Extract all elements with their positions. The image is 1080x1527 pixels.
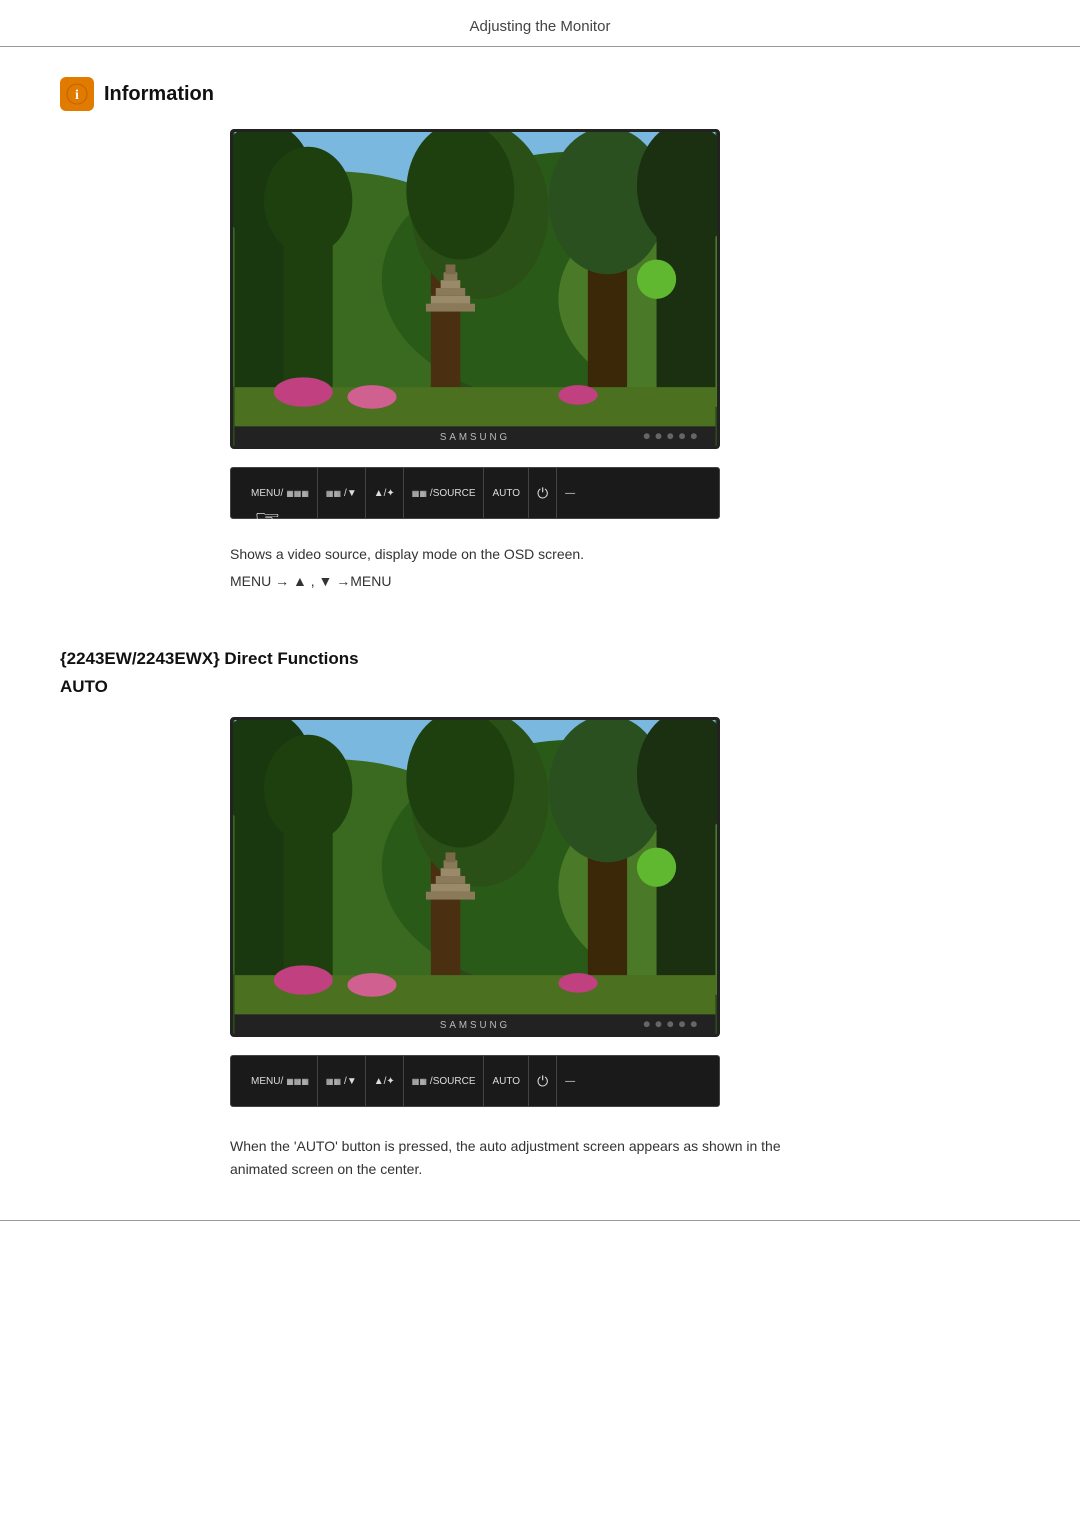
monitor-image-1: SAMSUNG [230, 129, 1020, 449]
auto-button-1[interactable]: AUTO [484, 468, 529, 518]
info-description: Shows a video source, display mode on th… [230, 543, 1020, 565]
power-button-1[interactable]: ⏻ [529, 468, 557, 518]
direct-functions-section: {2243EW/2243EWX} Direct Functions AUTO [60, 649, 1020, 1180]
up-bright-button-2[interactable]: ▲/✦ [366, 1056, 404, 1106]
power-button-2[interactable]: ⏻ [529, 1056, 557, 1106]
monitor-screen-1: SAMSUNG [230, 129, 720, 449]
auto-button-2[interactable]: AUTO [484, 1056, 529, 1106]
svg-text:SAMSUNG: SAMSUNG [440, 1021, 510, 1032]
eq-down-button-1[interactable]: ▦▦/▼ [318, 468, 366, 518]
svg-text:SAMSUNG: SAMSUNG [440, 432, 510, 443]
menu-button-2[interactable]: MENU/▦▦▦ [243, 1056, 318, 1106]
svg-text:i: i [75, 88, 79, 103]
minus-button-2[interactable]: — [557, 1056, 583, 1106]
minus-button-1[interactable]: — [557, 468, 583, 518]
monitor-image-2: SAMSUNG [230, 717, 1020, 1037]
info-section-title: Information [104, 83, 214, 106]
auto-label: AUTO [60, 677, 1020, 697]
header-title: Adjusting the Monitor [470, 18, 611, 35]
monitor-screen-2: SAMSUNG [230, 717, 720, 1037]
information-section: i Information [60, 77, 1020, 619]
info-icon: i [60, 77, 94, 111]
page-header: Adjusting the Monitor [0, 0, 1080, 47]
page-footer [0, 1220, 1080, 1221]
control-bar-container-2: MENU/▦▦▦ ▦▦/▼ ▲/✦ ▦▦/SOURCE AUTO ⏻ — [230, 1055, 1020, 1107]
direct-functions-title: {2243EW/2243EWX} Direct Functions [60, 649, 1020, 669]
control-bar-2: MENU/▦▦▦ ▦▦/▼ ▲/✦ ▦▦/SOURCE AUTO ⏻ — [230, 1055, 720, 1107]
garden-scene-1: SAMSUNG [233, 132, 717, 446]
auto-description: When the 'AUTO' button is pressed, the a… [230, 1135, 830, 1180]
up-bright-button-1[interactable]: ▲/✦ [366, 468, 404, 518]
info-svg-icon: i [66, 83, 88, 105]
eq-down-button-2[interactable]: ▦▦/▼ [318, 1056, 366, 1106]
source-button-1[interactable]: ▦▦/SOURCE [404, 468, 485, 518]
info-header: i Information [60, 77, 1020, 111]
control-bar-1: MENU/▦▦▦ ▦▦/▼ ▲/✦ ▦▦/SOURCE AUTO ⏻ — [230, 467, 720, 519]
hand-cursor-1: ☜ [254, 503, 281, 538]
menu-path: MENU → ▲ , ▼ →MENU [230, 573, 1020, 589]
garden-scene-2: SAMSUNG [233, 720, 717, 1034]
source-button-2[interactable]: ▦▦/SOURCE [404, 1056, 485, 1106]
control-bar-container-1: MENU/▦▦▦ ▦▦/▼ ▲/✦ ▦▦/SOURCE AUTO ⏻ — ☜ [230, 467, 1020, 519]
